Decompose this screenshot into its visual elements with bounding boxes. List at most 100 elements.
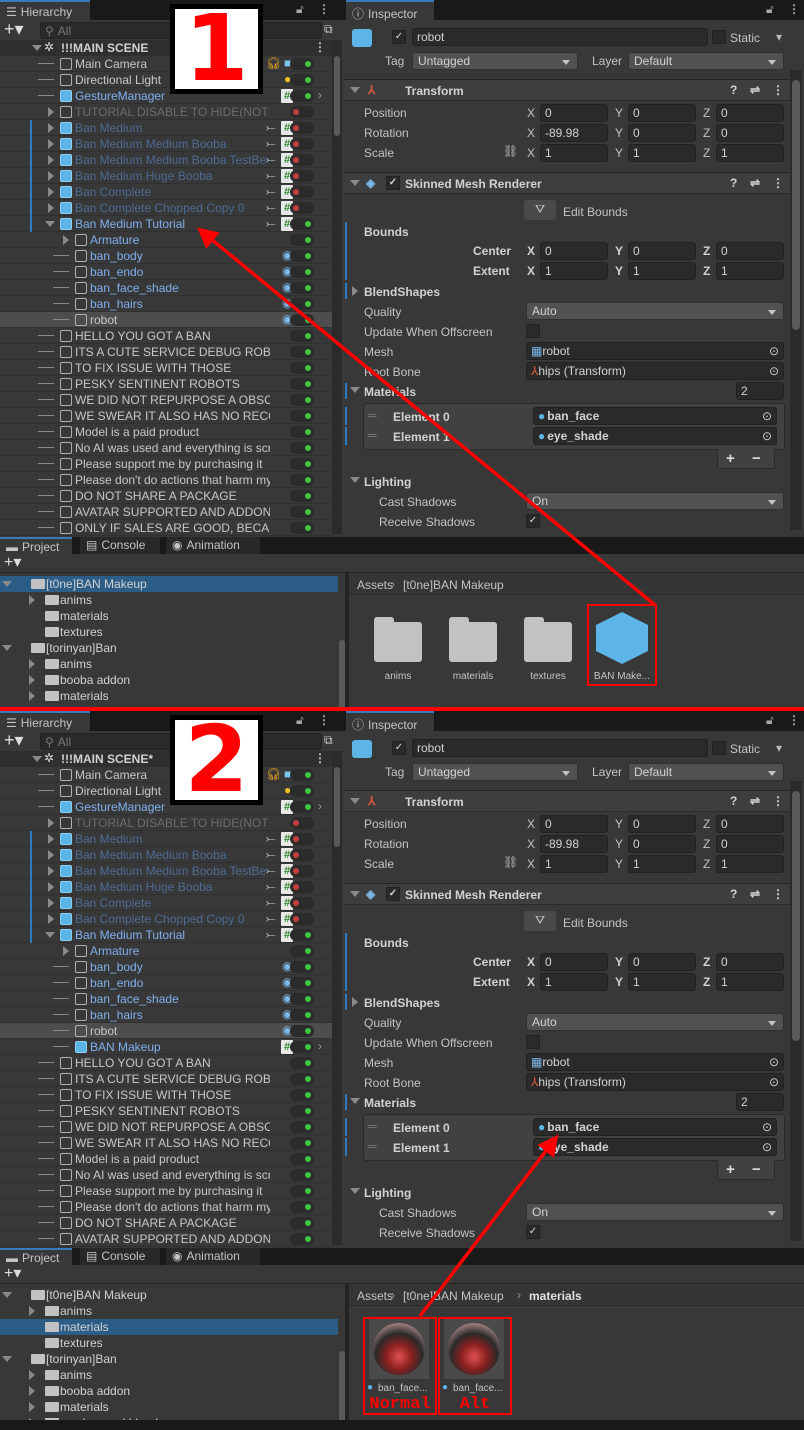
material-field[interactable]: ● eye_shade ⊙ — [533, 427, 777, 445]
cast-shadows-dropdown[interactable]: On — [526, 492, 784, 510]
hierarchy-row[interactable]: Ban Medium Tutorial ⤚ # — [0, 216, 332, 232]
active-toggle[interactable] — [290, 474, 314, 486]
foldout-arrow[interactable] — [350, 180, 360, 191]
y-field[interactable]: 1 — [628, 262, 696, 280]
hierarchy-row[interactable]: ban_endo ◉ — [0, 264, 332, 280]
active-toggle[interactable] — [290, 1073, 314, 1085]
expand-arrow[interactable] — [2, 581, 12, 592]
active-toggle[interactable] — [290, 1041, 314, 1053]
constrain-proportions-icon[interactable]: ⛓︎ — [503, 144, 518, 158]
drag-handle[interactable]: ═ — [368, 428, 377, 442]
foldout-arrow[interactable] — [350, 798, 360, 809]
hierarchy-row[interactable]: Ban Medium Huge Booba ⤚ # — [0, 879, 332, 895]
active-toggle[interactable] — [290, 849, 314, 861]
open-prefab-chevron[interactable]: › — [318, 799, 322, 813]
hierarchy-row[interactable]: PESKY SENTINENT ROBOTS — [0, 1103, 332, 1119]
project-tree-item[interactable]: [torinyan]Ban — [0, 640, 338, 656]
update-offscreen-checkbox[interactable] — [526, 324, 540, 338]
hierarchy-row[interactable]: HELLO YOU GOT A BAN — [0, 328, 332, 344]
z-field[interactable]: 0 — [716, 104, 784, 122]
tab-hierarchy[interactable]: ☰ Hierarchy — [0, 711, 90, 731]
expand-arrow[interactable] — [29, 675, 40, 685]
expand-arrow[interactable] — [48, 866, 59, 876]
static-dropdown-arrow[interactable]: ▾ — [776, 30, 782, 44]
lighting-label[interactable]: Lighting — [364, 1186, 411, 1200]
expand-arrow[interactable] — [2, 645, 12, 656]
hierarchy-row[interactable]: Model is a paid product — [0, 424, 332, 440]
add-element-button[interactable]: + — [726, 1161, 735, 1178]
open-prefab-chevron[interactable]: › — [318, 1039, 322, 1053]
active-toggle[interactable] — [290, 298, 314, 310]
expand-arrow[interactable] — [2, 1356, 12, 1367]
tab-inspector[interactable]: ⓘ Inspector — [346, 711, 434, 732]
tab-hierarchy[interactable]: ☰ Hierarchy — [0, 0, 90, 20]
materials-foldout-arrow[interactable] — [350, 1098, 360, 1109]
y-field[interactable]: 0 — [628, 815, 696, 833]
active-toggle[interactable] — [290, 506, 314, 518]
expand-arrow[interactable] — [48, 187, 59, 197]
x-field[interactable]: 0 — [540, 242, 608, 260]
drag-handle[interactable]: ═ — [368, 1139, 377, 1153]
expand-arrow[interactable] — [63, 235, 74, 245]
add-button[interactable]: +▾ — [4, 20, 24, 38]
presets-icon[interactable]: ⇌ — [750, 887, 760, 901]
expand-arrow[interactable] — [29, 1418, 40, 1420]
active-toggle[interactable] — [290, 817, 314, 829]
component-menu-icon[interactable]: ⋮ — [772, 794, 784, 808]
foldout-arrow[interactable] — [350, 87, 360, 98]
blendshapes-foldout-arrow[interactable] — [352, 997, 363, 1007]
layer-dropdown[interactable]: Default — [628, 763, 784, 781]
hierarchy-row[interactable]: Please support me by purchasing it — [0, 1183, 332, 1199]
hierarchy-row[interactable]: No AI was used and everything is scratch… — [0, 440, 332, 456]
hierarchy-row[interactable]: Ban Medium Huge Booba ⤚ # — [0, 168, 332, 184]
active-toggle[interactable] — [290, 769, 314, 781]
object-picker-icon[interactable]: ⊙ — [769, 1075, 779, 1089]
active-toggle[interactable] — [290, 961, 314, 973]
lighting-foldout-arrow[interactable] — [350, 1188, 360, 1199]
active-toggle[interactable] — [290, 785, 314, 797]
active-toggle[interactable] — [290, 1201, 314, 1213]
help-icon[interactable]: ? — [730, 887, 737, 901]
active-toggle[interactable] — [290, 522, 314, 534]
mesh-field[interactable]: ▦robot ⊙ — [526, 1053, 784, 1071]
hierarchy-row[interactable]: TO FIX ISSUE WITH THOSE — [0, 360, 332, 376]
more-icon[interactable]: ⋮ — [788, 2, 800, 16]
active-toggle[interactable] — [290, 1137, 314, 1149]
static-dropdown-arrow[interactable]: ▾ — [776, 741, 782, 755]
active-toggle[interactable] — [290, 58, 314, 70]
z-field[interactable]: 0 — [716, 835, 784, 853]
static-checkbox[interactable] — [712, 741, 726, 755]
active-toggle[interactable] — [290, 1233, 314, 1245]
active-toggle[interactable] — [290, 378, 314, 390]
asset-label[interactable]: ban_face... — [378, 1383, 427, 1394]
active-toggle[interactable] — [290, 202, 314, 214]
expand-arrow[interactable] — [29, 1306, 40, 1316]
material-field[interactable]: ● ban_face ⊙ — [533, 407, 777, 425]
maximize-icon[interactable]: ⧉ — [324, 22, 333, 37]
expand-arrow[interactable] — [63, 946, 74, 956]
tab-inspector[interactable]: ⓘ Inspector — [346, 0, 434, 21]
hierarchy-row[interactable]: AVATAR SUPPORTED AND ADDONS ARE RE — [0, 504, 332, 520]
receive-shadows-checkbox[interactable]: ✓ — [526, 514, 540, 528]
expand-arrow[interactable] — [48, 834, 59, 844]
asset-label[interactable]: ban_face... — [453, 1383, 502, 1394]
tab-project[interactable]: ▬ Project — [0, 537, 72, 554]
hierarchy-row[interactable]: TUTORIAL DISABLE TO HIDE(NOT UPLOADE — [0, 815, 332, 831]
expand-arrow[interactable] — [29, 595, 40, 605]
active-toggle[interactable] — [290, 1105, 314, 1117]
project-tree-item[interactable]: booba addon — [0, 672, 338, 688]
expand-arrow[interactable] — [29, 659, 40, 669]
x-field[interactable]: -89.98 — [540, 124, 608, 142]
material-thumbnail[interactable] — [369, 1319, 429, 1379]
x-field[interactable]: 1 — [540, 144, 608, 162]
active-toggle[interactable] — [290, 945, 314, 957]
active-toggle[interactable] — [290, 977, 314, 989]
tab-console[interactable]: ▤ Console — [80, 537, 160, 554]
y-field[interactable]: 0 — [628, 953, 696, 971]
active-toggle[interactable] — [290, 218, 314, 230]
tree-scrollbar-thumb[interactable] — [339, 640, 345, 709]
scene-menu-icon[interactable]: ⋮ — [314, 751, 326, 765]
active-toggle[interactable] — [290, 154, 314, 166]
lock-icon[interactable]: 🔓︎ — [296, 2, 304, 17]
enabled-checkbox[interactable]: ✓ — [386, 176, 400, 190]
